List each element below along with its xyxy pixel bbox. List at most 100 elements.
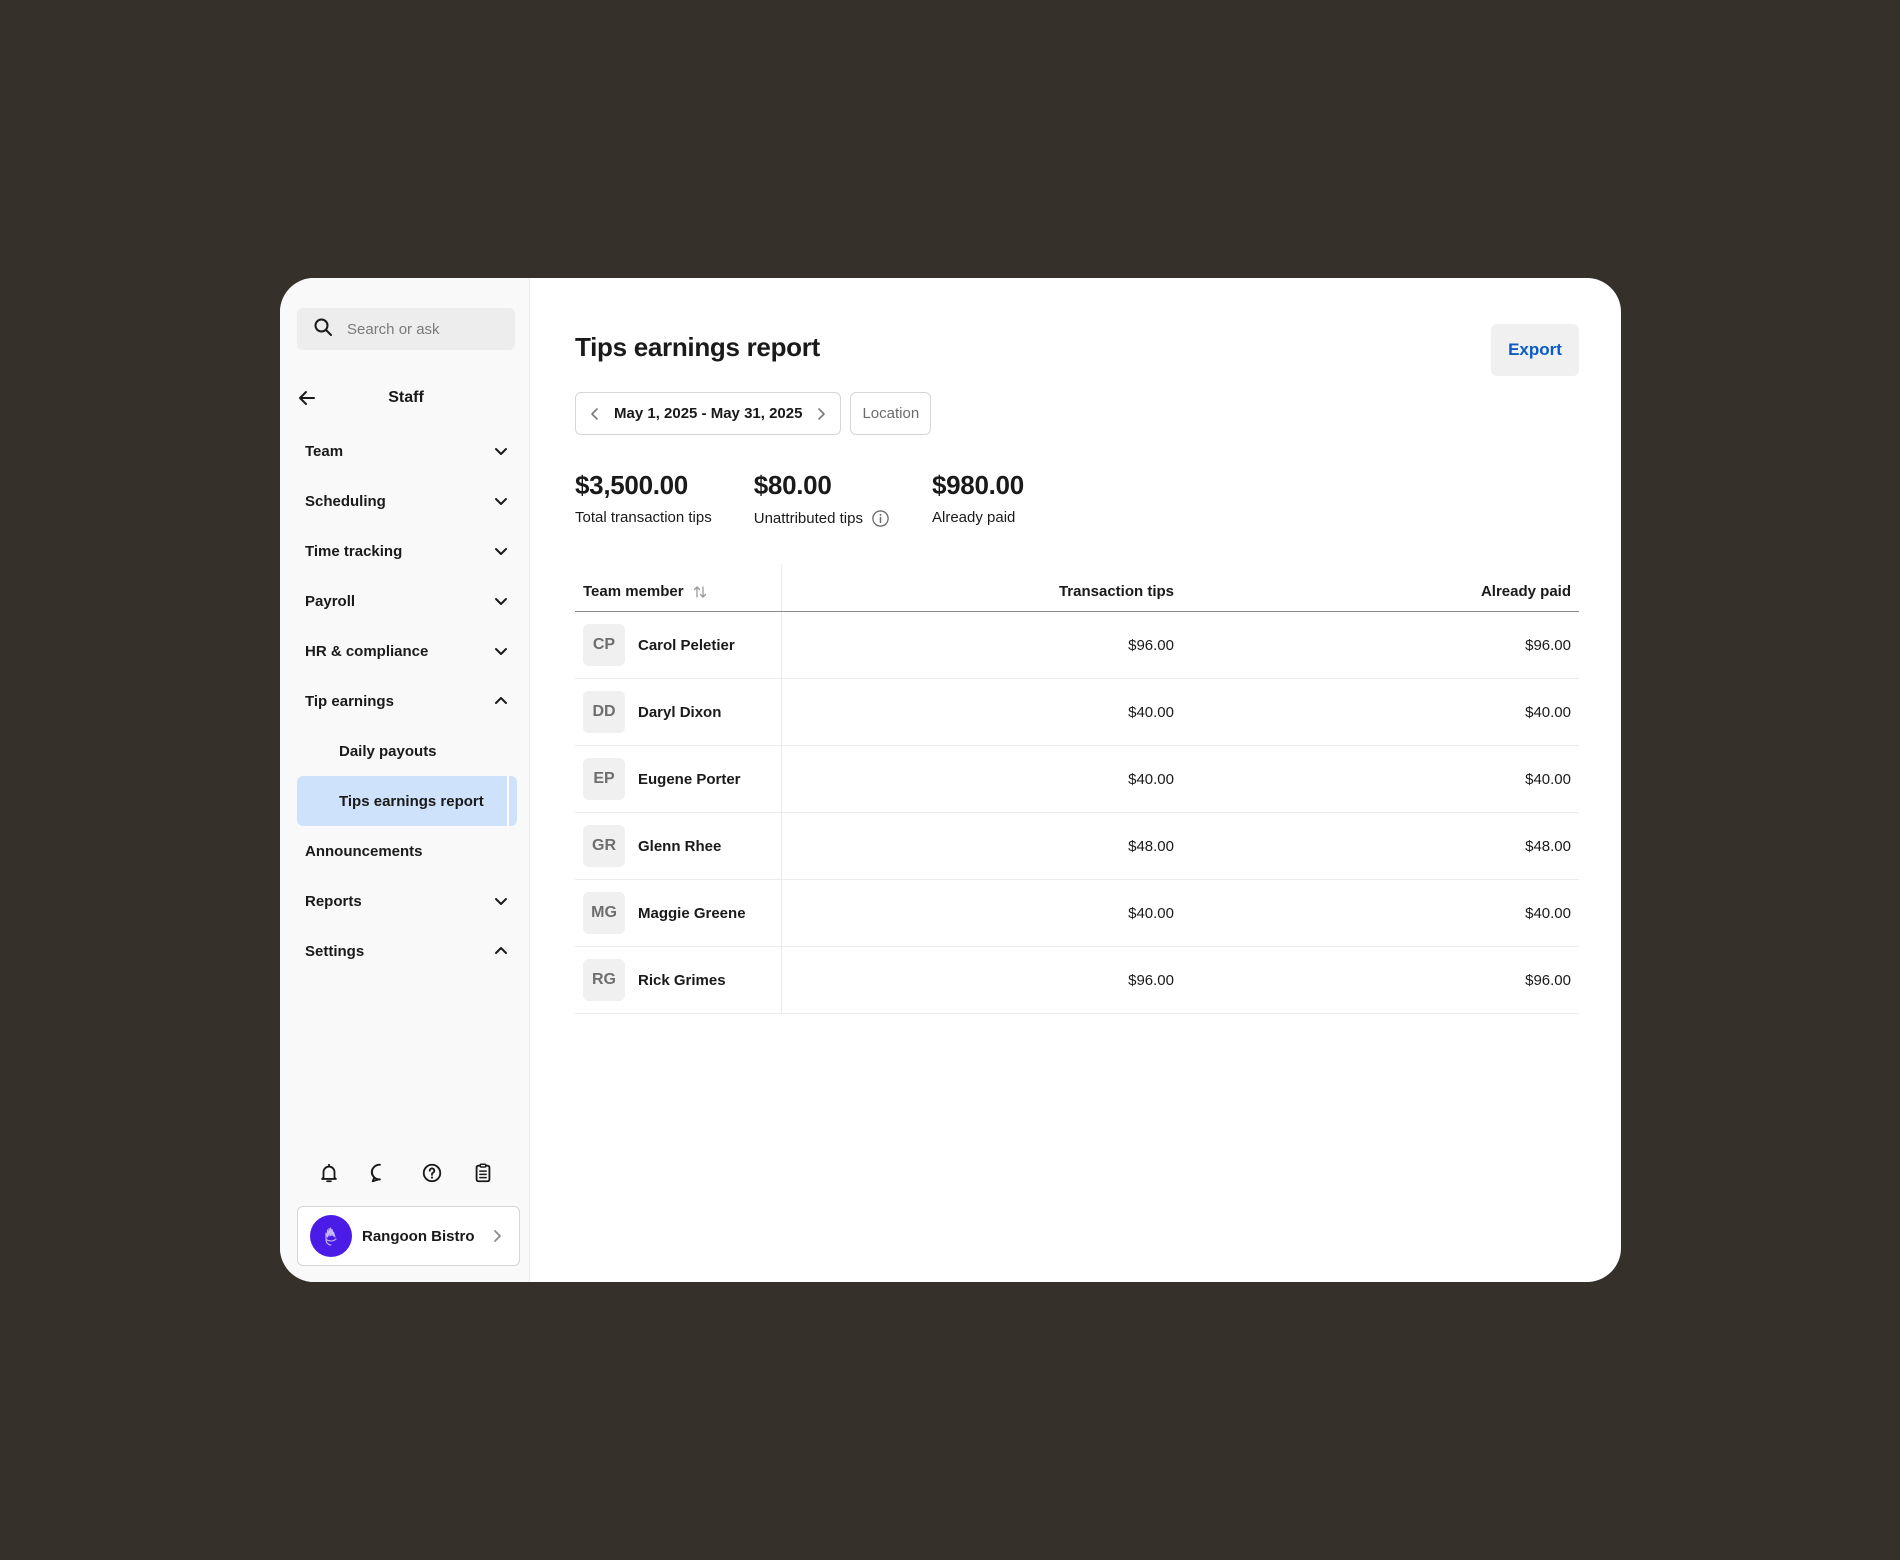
column-header-team-member[interactable]: Team member	[575, 564, 782, 611]
page-title: Tips earnings report	[575, 332, 820, 362]
sidebar-item-time-tracking[interactable]: Time tracking	[297, 526, 517, 576]
bell-icon[interactable]	[316, 1160, 342, 1186]
member-initials: EP	[583, 758, 625, 800]
sidebar-item-label: Tip earnings	[305, 692, 394, 710]
business-name: Rangoon Bistro	[362, 1227, 475, 1245]
sidebar-item-label: Daily payouts	[339, 742, 437, 760]
search-icon	[313, 317, 333, 342]
already-paid-cell: $96.00	[1525, 971, 1571, 989]
main-content: Tips earnings report Export May 1, 2025 …	[530, 278, 1621, 1282]
tips-table: Team member Transaction tips Already pai…	[575, 564, 1579, 1014]
column-header-transaction-tips: Transaction tips	[1058, 583, 1174, 600]
sidebar-item-label: Time tracking	[305, 542, 403, 560]
chevron-left-icon[interactable]	[588, 407, 602, 421]
stat-value: $3,500.00	[575, 470, 688, 500]
member-initials: CP	[583, 624, 625, 666]
table-row[interactable]: CP Carol Peletier $96.00 $96.00	[575, 612, 1579, 679]
member-initials: GR	[583, 825, 625, 867]
table-row[interactable]: MG Maggie Greene $40.00 $40.00	[575, 880, 1579, 947]
sidebar-item-tips-earnings-report[interactable]: Tips earnings report	[297, 776, 517, 826]
member-initials: RG	[583, 959, 625, 1001]
search-input[interactable]	[347, 320, 497, 338]
sidebar-item-payroll[interactable]: Payroll	[297, 576, 517, 626]
table-row[interactable]: EP Eugene Porter $40.00 $40.00	[575, 746, 1579, 813]
filter-bar: May 1, 2025 - May 31, 2025 Location	[575, 392, 932, 435]
stat-label: Unattributed tips	[753, 510, 863, 527]
chevron-right-icon	[489, 1228, 505, 1244]
sidebar-item-label: Tips earnings report	[339, 792, 484, 810]
chevron-up-icon	[493, 943, 509, 959]
already-paid-cell: $96.00	[1525, 636, 1571, 654]
stat-label: Already paid	[931, 509, 1016, 526]
sidebar-item-label: Payroll	[305, 592, 356, 610]
transaction-tips-cell: $48.00	[1128, 837, 1174, 855]
sidebar-item-daily-payouts[interactable]: Daily payouts	[297, 726, 517, 776]
section-header: Staff	[297, 386, 515, 410]
chevron-right-icon[interactable]	[814, 407, 828, 421]
member-initials: MG	[583, 892, 625, 934]
sidebar-item-reports[interactable]: Reports	[297, 876, 517, 926]
sidebar-nav: Team Scheduling Time tracking Payroll HR…	[297, 426, 517, 976]
table-header: Team member Transaction tips Already pai…	[575, 564, 1579, 612]
chevron-down-icon	[493, 543, 509, 559]
member-name: Eugene Porter	[638, 770, 741, 788]
business-logo	[310, 1215, 352, 1257]
search-box[interactable]	[297, 308, 515, 350]
table-row[interactable]: GR Glenn Rhee $48.00 $48.00	[575, 813, 1579, 880]
section-title: Staff	[388, 389, 424, 406]
transaction-tips-cell: $40.00	[1128, 770, 1174, 788]
sidebar-item-team[interactable]: Team	[297, 426, 517, 476]
sidebar-item-label: Reports	[305, 892, 362, 910]
app-window: Staff Team Scheduling Time tracking Payr…	[280, 278, 1621, 1282]
table-row[interactable]: RG Rick Grimes $96.00 $96.00	[575, 947, 1579, 1014]
transaction-tips-cell: $96.00	[1128, 971, 1174, 989]
sidebar-item-scheduling[interactable]: Scheduling	[297, 476, 517, 526]
sidebar: Staff Team Scheduling Time tracking Payr…	[280, 278, 530, 1282]
back-arrow-icon[interactable]	[297, 386, 321, 410]
sidebar-item-label: Announcements	[305, 842, 423, 860]
already-paid-cell: $40.00	[1525, 770, 1571, 788]
date-range-picker[interactable]: May 1, 2025 - May 31, 2025	[575, 392, 842, 435]
help-icon[interactable]	[419, 1160, 445, 1186]
sidebar-item-tip-earnings[interactable]: Tip earnings	[297, 676, 517, 726]
sidebar-item-settings[interactable]: Settings	[297, 926, 517, 976]
info-icon[interactable]	[871, 509, 890, 528]
stat-already-paid: $980.00 Already paid	[932, 470, 1024, 528]
member-name: Rick Grimes	[638, 971, 726, 989]
sidebar-item-hr-compliance[interactable]: HR & compliance	[297, 626, 517, 676]
export-button[interactable]: Export	[1491, 324, 1579, 376]
chevron-down-icon	[493, 443, 509, 459]
date-range-label: May 1, 2025 - May 31, 2025	[614, 405, 803, 422]
chevron-down-icon	[493, 893, 509, 909]
chevron-down-icon	[493, 493, 509, 509]
stat-label: Total transaction tips	[575, 509, 712, 526]
stat-value: $980.00	[931, 470, 1024, 500]
utility-bar	[297, 1158, 515, 1188]
chevron-down-icon	[493, 643, 509, 659]
member-name: Daryl Dixon	[638, 703, 722, 721]
chevron-down-icon	[493, 593, 509, 609]
transaction-tips-cell: $96.00	[1128, 636, 1174, 654]
member-name: Maggie Greene	[638, 904, 746, 922]
sidebar-item-label: Scheduling	[305, 492, 386, 510]
app-frame: Staff Team Scheduling Time tracking Payr…	[0, 0, 1900, 1560]
stat-unattributed-tips: $80.00 Unattributed tips	[754, 470, 890, 528]
transaction-tips-cell: $40.00	[1128, 703, 1174, 721]
summary-stats: $3,500.00 Total transaction tips $80.00 …	[575, 470, 1024, 528]
stat-value: $80.00	[753, 470, 832, 500]
column-header-already-paid: Already paid	[1480, 583, 1571, 600]
location-filter-button[interactable]: Location	[850, 392, 932, 435]
sidebar-item-announcements[interactable]: Announcements	[297, 826, 517, 876]
table-row[interactable]: DD Daryl Dixon $40.00 $40.00	[575, 679, 1579, 746]
transaction-tips-cell: $40.00	[1128, 904, 1174, 922]
already-paid-cell: $40.00	[1525, 904, 1571, 922]
sort-icon[interactable]	[692, 584, 708, 600]
clipboard-icon[interactable]	[470, 1160, 496, 1186]
stat-total-transaction-tips: $3,500.00 Total transaction tips	[575, 470, 712, 528]
sidebar-item-label: HR & compliance	[305, 642, 429, 660]
chat-icon[interactable]	[367, 1160, 393, 1186]
chevron-up-icon	[493, 693, 509, 709]
account-switcher[interactable]: Rangoon Bistro	[297, 1206, 520, 1266]
member-name: Glenn Rhee	[638, 837, 722, 855]
sidebar-item-label: Team	[305, 442, 344, 460]
